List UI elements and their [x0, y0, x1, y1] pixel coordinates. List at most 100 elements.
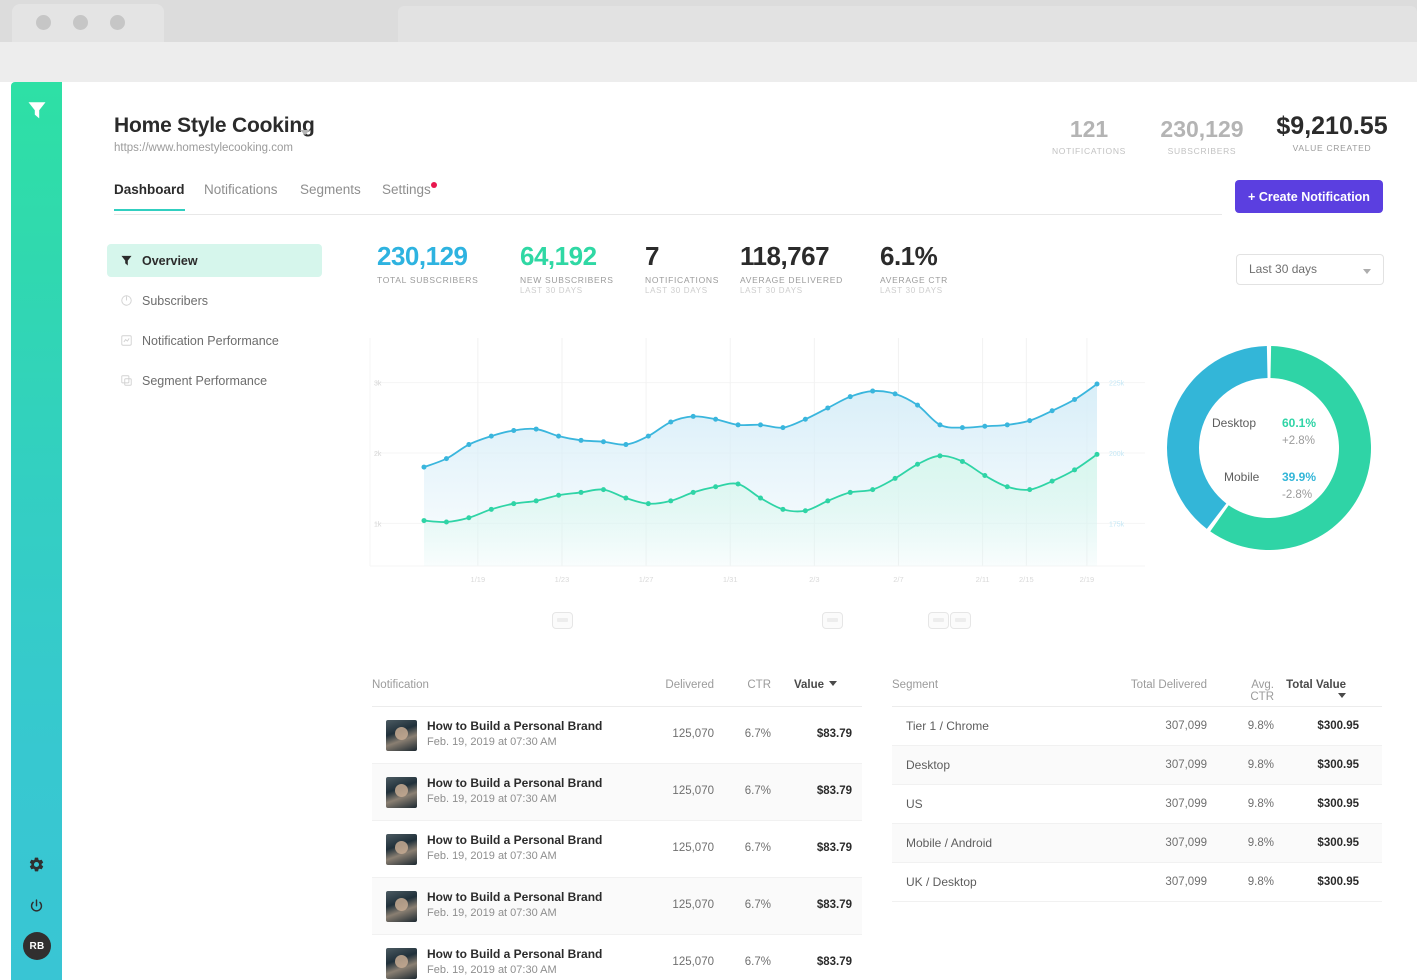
donut-legend-mobile-delta-wrap: -2.8% [1282, 485, 1312, 503]
kpi-notifications: 7 NOTIFICATIONS LAST 30 DAYS [645, 240, 719, 295]
svg-text:200k: 200k [1109, 451, 1125, 458]
chevron-down-icon[interactable] [300, 130, 310, 135]
svg-text:1/23: 1/23 [555, 575, 570, 584]
notification-ctr: 6.7% [744, 842, 771, 854]
donut-slice-mobile[interactable] [1167, 346, 1268, 529]
notification-value: $83.79 [816, 956, 852, 968]
svg-text:2/19: 2/19 [1080, 575, 1095, 584]
segment-total-delivered: 307,099 [1165, 759, 1207, 771]
svg-text:1/27: 1/27 [639, 575, 654, 584]
window-maximize-button[interactable] [110, 15, 125, 30]
table-row[interactable]: Desktop 307,099 9.8% $300.95 [892, 746, 1382, 785]
kpi-new-subscribers: 64,192 NEW SUBSCRIBERS LAST 30 DAYS [520, 240, 614, 295]
sidebar-item-notification-performance[interactable]: Notification Performance [107, 324, 322, 357]
sidebar-item-overview[interactable]: Overview [107, 244, 322, 277]
notification-timestamp: Feb. 19, 2019 at 07:30 AM [427, 907, 557, 919]
segment-name: US [906, 797, 923, 811]
notification-delivered: 125,070 [672, 956, 714, 968]
create-notification-button[interactable]: + Create Notification [1235, 180, 1383, 213]
browser-tab-active[interactable] [12, 4, 164, 42]
notification-title: How to Build a Personal Brand [427, 890, 603, 904]
donut-legend-mobile-label: Mobile [1224, 470, 1260, 484]
col-total-delivered[interactable]: Total Delivered [1122, 679, 1207, 691]
tab-notifications[interactable]: Notifications [204, 182, 278, 209]
donut-legend-mobile-pct: 39.9% [1282, 470, 1317, 484]
table-row[interactable]: US 307,099 9.8% $300.95 [892, 785, 1382, 824]
browser-chrome [0, 0, 1417, 82]
col-total-value[interactable]: Total Value [1284, 679, 1346, 703]
table-row[interactable]: How to Build a Personal Brand Feb. 19, 20… [372, 707, 862, 764]
tab-settings[interactable]: Settings [382, 182, 431, 209]
col-value[interactable]: Value [777, 679, 837, 691]
svg-text:2k: 2k [374, 451, 382, 458]
donut-legend-desktop: Desktop [1212, 414, 1256, 432]
donut-legend-desktop-pct-wrap: 60.1% [1282, 414, 1316, 432]
kpi-average-delivered-sublabel: LAST 30 DAYS [740, 286, 803, 295]
col-segment[interactable]: Segment [892, 679, 938, 691]
svg-text:2/15: 2/15 [1019, 575, 1034, 584]
chart-range-handle-1[interactable] [551, 612, 573, 629]
tab-segments[interactable]: Segments [300, 182, 361, 209]
notifications-table: Notification Delivered CTR Value How to … [372, 677, 862, 980]
header-stat-notifications: 121 NOTIFICATIONS [1044, 115, 1134, 156]
kpi-average-delivered-label: AVERAGE DELIVERED [740, 275, 843, 285]
sidebar-item-segment-performance[interactable]: Segment Performance [107, 364, 322, 397]
table-row[interactable]: UK / Desktop 307,099 9.8% $300.95 [892, 863, 1382, 902]
table-row[interactable]: How to Build a Personal Brand Feb. 19, 20… [372, 821, 862, 878]
header-stat-value-created: $9,210.55 VALUE CREATED [1262, 112, 1402, 153]
date-range-selected-label: Last 30 days [1249, 262, 1318, 276]
kpi-average-ctr: 6.1% AVERAGE CTR LAST 30 DAYS [880, 240, 948, 295]
segments-table-header: Segment Total Delivered Avg. CTR Total V… [892, 677, 1382, 707]
notification-value: $83.79 [816, 899, 852, 911]
kpi-average-delivered-value: 118,767 [740, 241, 830, 271]
col-notification[interactable]: Notification [372, 679, 429, 691]
donut-legend-desktop-delta-wrap: +2.8% [1282, 431, 1315, 449]
power-icon[interactable] [11, 884, 62, 928]
sidebar-item-notification-performance-label: Notification Performance [142, 333, 279, 348]
col-avg-ctr[interactable]: Avg. CTR [1232, 679, 1274, 703]
subscribers-area-chart[interactable]: 3k 2k 1k 225k 200k 175k 1/19 1/23 1/27 1/31 2/3 2/7… [362, 332, 1152, 602]
col-delivered[interactable]: Delivered [652, 679, 714, 691]
notification-delivered: 125,070 [672, 842, 714, 854]
date-range-selector[interactable]: Last 30 days [1236, 254, 1384, 285]
avatar[interactable]: RB [23, 932, 51, 960]
table-row[interactable]: How to Build a Personal Brand Feb. 19, 20… [372, 935, 862, 980]
kpi-average-ctr-sublabel: LAST 30 DAYS [880, 286, 943, 295]
chart-range-handle-4[interactable] [949, 612, 971, 629]
chart-range-handle-2[interactable] [821, 612, 843, 629]
notification-title: How to Build a Personal Brand [427, 833, 603, 847]
notification-ctr: 6.7% [744, 785, 771, 797]
notification-title: How to Build a Personal Brand [427, 719, 603, 733]
table-row[interactable]: Mobile / Android 307,099 9.8% $300.95 [892, 824, 1382, 863]
funnel-logo-icon[interactable] [11, 82, 62, 137]
notification-delivered: 125,070 [672, 899, 714, 911]
sidebar-item-subscribers[interactable]: Subscribers [107, 284, 322, 317]
tab-dashboard[interactable]: Dashboard [114, 182, 185, 211]
table-row[interactable]: How to Build a Personal Brand Feb. 19, 20… [372, 764, 862, 821]
segment-name: Tier 1 / Chrome [906, 719, 989, 733]
col-ctr[interactable]: CTR [737, 679, 771, 691]
browser-tab-secondary[interactable] [398, 6, 1417, 42]
header-stat-subscribers-value: 230,129 [1160, 116, 1244, 142]
segment-total-value: $300.95 [1317, 720, 1359, 732]
notification-title: How to Build a Personal Brand [427, 776, 603, 790]
notification-delivered: 125,070 [672, 785, 714, 797]
table-row[interactable]: How to Build a Personal Brand Feb. 19, 20… [372, 878, 862, 935]
kpi-average-ctr-label: AVERAGE CTR [880, 275, 948, 285]
window-close-button[interactable] [36, 15, 51, 30]
segments-table-body: Tier 1 / Chrome 307,099 9.8% $300.95 Desktop… [892, 707, 1382, 902]
notification-title: How to Build a Personal Brand [427, 947, 603, 961]
subscribers-icon [120, 294, 142, 307]
window-minimize-button[interactable] [73, 15, 88, 30]
kpi-new-subscribers-sublabel: LAST 30 DAYS [520, 286, 583, 295]
table-row[interactable]: Tier 1 / Chrome 307,099 9.8% $300.95 [892, 707, 1382, 746]
svg-text:2/3: 2/3 [809, 575, 819, 584]
chart-range-handles[interactable] [362, 612, 1152, 636]
chart-range-handle-3[interactable] [928, 612, 950, 629]
svg-text:1k: 1k [374, 521, 382, 528]
segment-name: Desktop [906, 758, 951, 772]
donut-legend-desktop-delta: +2.8% [1282, 435, 1315, 447]
gear-icon[interactable] [11, 842, 62, 886]
device-split-donut-chart[interactable]: Desktop 60.1% +2.8% Mobile 39.9% -2.8% [1162, 332, 1392, 602]
segment-avg-ctr: 9.8% [1247, 759, 1274, 771]
